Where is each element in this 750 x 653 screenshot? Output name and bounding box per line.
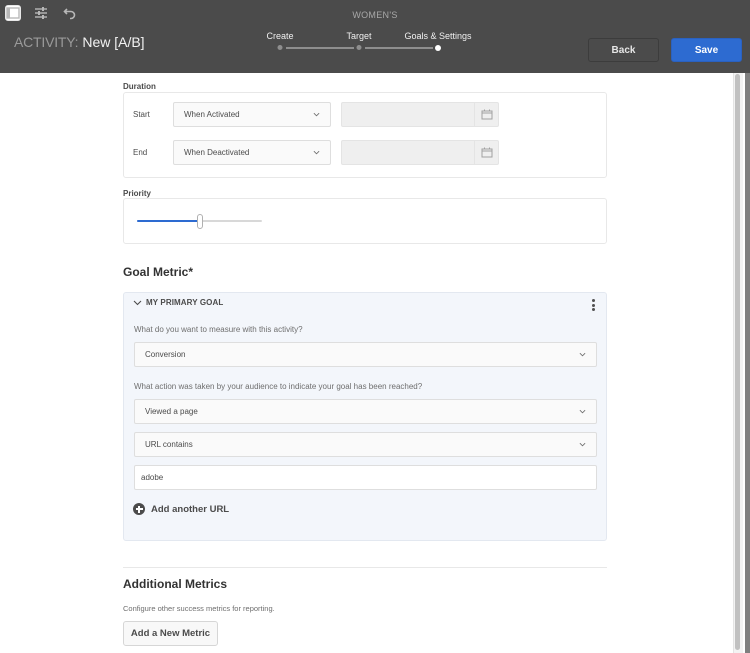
url-input-value: adobe xyxy=(141,473,164,482)
primary-goal-toggle[interactable]: MY PRIMARY GOAL xyxy=(133,298,223,307)
step-dot-target[interactable] xyxy=(356,45,362,50)
start-select-value: When Activated xyxy=(184,110,240,119)
step-create[interactable]: Create xyxy=(266,31,293,41)
step-target[interactable]: Target xyxy=(346,31,371,41)
additional-metrics-description: Configure other success metrics for repo… xyxy=(123,604,275,613)
additional-metrics-title: Additional Metrics xyxy=(123,577,228,591)
chevron-down-icon xyxy=(313,150,320,155)
step-dot-create[interactable] xyxy=(277,45,283,50)
end-date-field[interactable] xyxy=(341,140,499,165)
measure-select[interactable]: Conversion xyxy=(134,342,597,367)
url-input[interactable]: adobe xyxy=(134,465,597,490)
window-edge xyxy=(745,73,750,653)
workflow-steps: Create Target Goals & Settings xyxy=(250,30,500,54)
url-match-select[interactable]: URL contains xyxy=(134,432,597,457)
step-connector xyxy=(365,47,433,49)
action-question: What action was taken by your audience t… xyxy=(134,382,423,391)
step-connector xyxy=(286,47,354,49)
add-new-metric-button[interactable]: Add a New Metric xyxy=(123,621,218,646)
more-options-icon[interactable] xyxy=(589,298,597,312)
calendar-icon xyxy=(481,147,492,158)
chevron-down-icon xyxy=(133,300,142,306)
step-dot-goals-settings[interactable] xyxy=(435,44,441,51)
start-label: Start xyxy=(133,110,150,119)
priority-slider-thumb[interactable] xyxy=(196,214,203,229)
priority-slider-fill xyxy=(137,220,200,222)
start-calendar-button[interactable] xyxy=(474,103,498,126)
chevron-down-icon xyxy=(579,442,586,447)
undo-icon[interactable] xyxy=(62,5,78,21)
end-label: End xyxy=(133,148,148,157)
url-match-select-value: URL contains xyxy=(145,440,193,449)
sliders-icon[interactable] xyxy=(33,5,49,21)
end-select[interactable]: When Deactivated xyxy=(173,140,331,165)
primary-goal-name: MY PRIMARY GOAL xyxy=(146,298,224,307)
back-button[interactable]: Back xyxy=(588,38,659,62)
action-select-value: Viewed a page xyxy=(145,407,198,416)
add-another-url-button[interactable]: Add another URL xyxy=(133,503,229,515)
end-select-value: When Deactivated xyxy=(184,148,250,157)
priority-label: Priority xyxy=(123,189,152,198)
chevron-down-icon xyxy=(313,112,320,117)
start-select[interactable]: When Activated xyxy=(173,102,331,127)
add-circle-icon xyxy=(133,503,145,515)
section-divider xyxy=(123,567,607,568)
measure-question: What do you want to measure with this ac… xyxy=(134,325,303,334)
measure-select-value: Conversion xyxy=(145,350,186,359)
add-another-url-label: Add another URL xyxy=(151,503,230,515)
save-button[interactable]: Save xyxy=(671,38,742,62)
goal-metric-title: Goal Metric* xyxy=(123,265,194,279)
scrollbar-thumb[interactable] xyxy=(735,74,740,650)
activity-label: ACTIVITY: xyxy=(14,34,79,50)
action-select[interactable]: Viewed a page xyxy=(134,399,597,424)
panel-toggle-icon[interactable] xyxy=(5,5,21,21)
calendar-icon xyxy=(481,109,492,120)
top-header: ACTIVITY: New [A/B] WOMEN'S Create Target… xyxy=(0,0,750,73)
step-goals-settings[interactable]: Goals & Settings xyxy=(404,31,471,41)
chevron-down-icon xyxy=(579,352,586,357)
end-calendar-button[interactable] xyxy=(474,141,498,164)
activity-title: ACTIVITY: New [A/B] xyxy=(14,34,145,50)
workspace-title: WOMEN'S xyxy=(352,10,398,20)
activity-name[interactable]: New [A/B] xyxy=(82,34,144,50)
duration-label: Duration xyxy=(123,82,156,91)
chevron-down-icon xyxy=(579,409,586,414)
start-date-field[interactable] xyxy=(341,102,499,127)
